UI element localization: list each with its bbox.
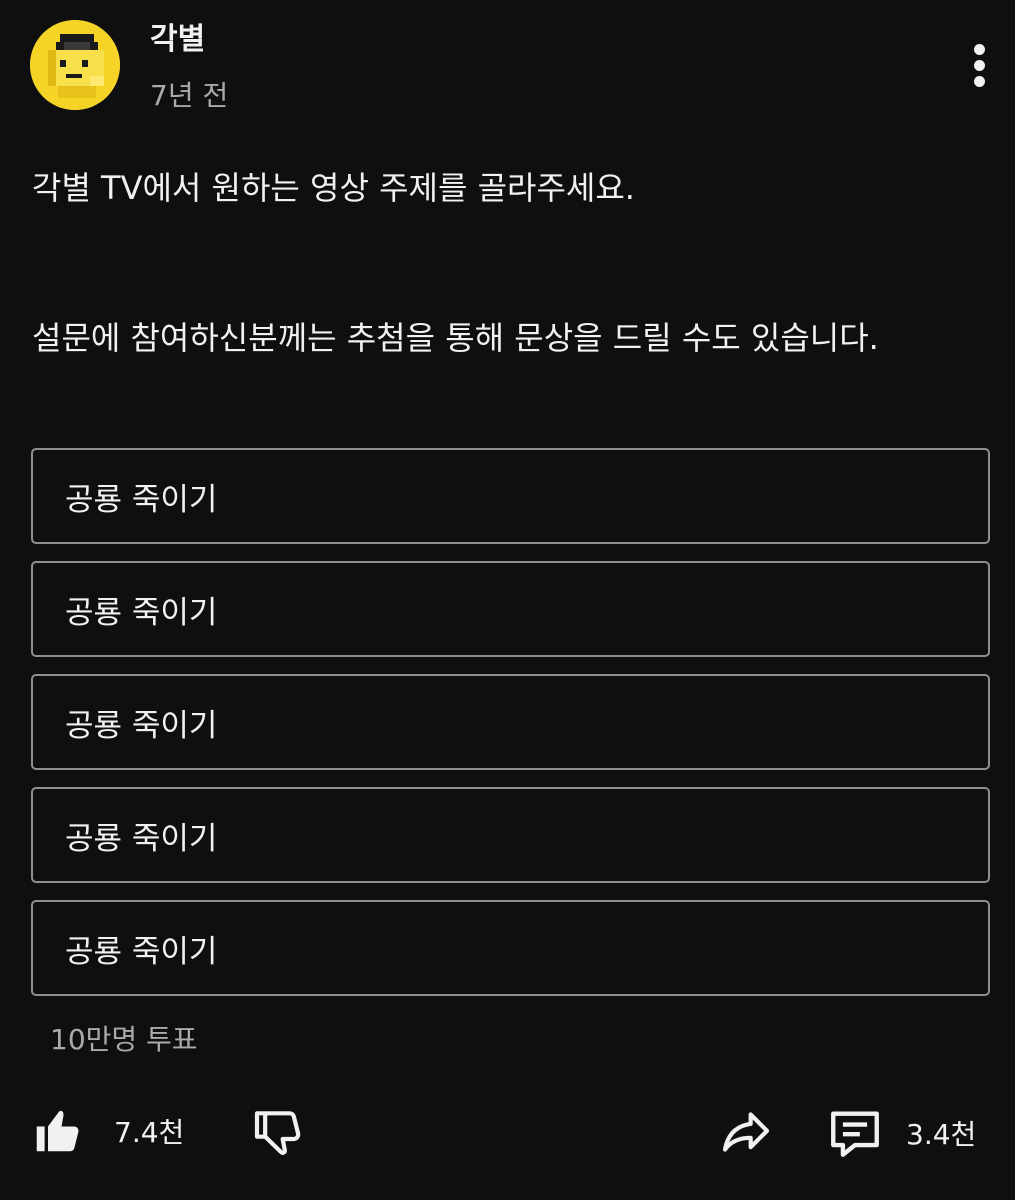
vote-count: 10만명 투표	[50, 1023, 198, 1056]
poll-option[interactable]: 공룡 죽이기	[31, 787, 990, 883]
comment-count: 3.4천	[906, 1118, 977, 1151]
thumbs-down-icon	[254, 1111, 301, 1155]
post-text: 각별 TV에서 원하는 영상 주제를 골라주세요. 설문에 참여하신분께는 추첨…	[32, 164, 882, 362]
poll-option[interactable]: 공룡 죽이기	[31, 674, 990, 770]
post-text-line: 설문에 참여하신분께는 추첨을 통해 문상을 드릴 수도 있습니다.	[32, 319, 879, 357]
poll-option[interactable]: 공룡 죽이기	[31, 900, 990, 996]
dislike-button[interactable]	[250, 1104, 306, 1160]
thumbs-up-icon	[36, 1110, 79, 1152]
post-text-line: 각별 TV에서 원하는 영상 주제를 골라주세요.	[32, 169, 635, 207]
poll-option[interactable]: 공룡 죽이기	[31, 448, 990, 544]
channel-name[interactable]: 각별	[150, 20, 205, 60]
share-button[interactable]	[716, 1104, 776, 1160]
more-vert-icon[interactable]	[960, 38, 1000, 94]
comment-icon	[831, 1111, 879, 1157]
share-arrow-icon	[722, 1112, 770, 1152]
pixel-character-avatar-icon	[30, 20, 120, 110]
poll-option[interactable]: 공룡 죽이기	[31, 561, 990, 657]
comment-button[interactable]: 3.4천	[826, 1104, 976, 1162]
post-time: 7년 전	[150, 79, 229, 112]
poll: 공룡 죽이기 공룡 죽이기 공룡 죽이기 공룡 죽이기 공룡 죽이기	[31, 448, 990, 1013]
like-count: 7.4천	[114, 1116, 185, 1149]
like-button[interactable]: 7.4천	[30, 1104, 184, 1158]
channel-avatar[interactable]	[30, 20, 120, 110]
